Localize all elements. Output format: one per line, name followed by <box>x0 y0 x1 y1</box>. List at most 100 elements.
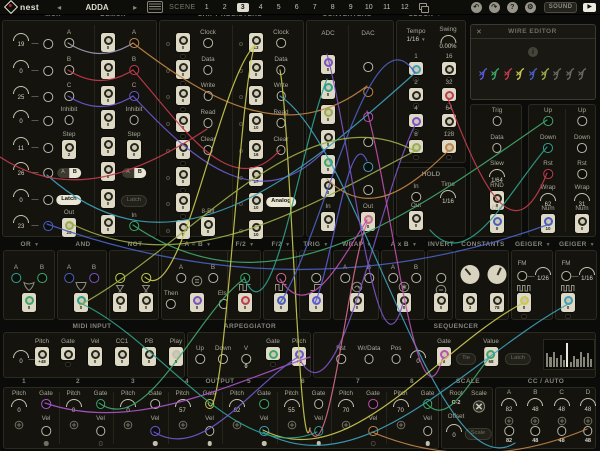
pitch-knob-ch7[interactable]: Pitch70 <box>338 391 354 414</box>
port-in[interactable]: In <box>411 184 421 202</box>
mux-latch-button[interactable]: Latch <box>56 195 81 205</box>
chevron-down-icon[interactable]: ▼ <box>249 242 254 248</box>
slider-out[interactable]: Out0 <box>490 206 504 233</box>
port[interactable] <box>276 273 286 283</box>
port-inhibit[interactable]: Inhibit <box>126 107 143 125</box>
pitch-knob-ch4[interactable]: Pitch57 <box>175 391 191 414</box>
port-wrdata[interactable]: Wr/Data <box>358 346 381 364</box>
slider-value[interactable]: Value68 <box>483 339 499 366</box>
port-a[interactable]: A <box>129 30 139 48</box>
slider[interactable]: 0 <box>101 33 115 52</box>
slider[interactable]: 0 <box>238 293 252 312</box>
port-a[interactable]: A <box>340 265 350 283</box>
slider[interactable]: 10 <box>249 113 263 132</box>
port-b[interactable]: B <box>37 265 47 283</box>
slider[interactable]: 0 <box>101 189 115 208</box>
slider-gate[interactable]: Gate0 <box>437 339 451 366</box>
channel-led[interactable] <box>207 441 212 446</box>
port-rst[interactable]: Rst <box>543 161 553 179</box>
gate-port-ch7[interactable]: Gate <box>366 391 380 409</box>
wire-delete-icon[interactable] <box>478 67 489 86</box>
port[interactable] <box>436 273 446 283</box>
slider[interactable]: 0 <box>22 293 36 312</box>
port[interactable] <box>363 62 373 72</box>
port-v[interactable]: V <box>241 346 251 364</box>
slider[interactable]: 0 <box>176 60 190 86</box>
port[interactable] <box>363 162 373 172</box>
port[interactable] <box>43 92 53 102</box>
chevron-down-icon[interactable]: ▼ <box>206 242 211 248</box>
wire-delete-icon[interactable] <box>528 67 539 86</box>
slider-step[interactable]: Step0 <box>127 132 141 159</box>
cc-port-d[interactable] <box>583 426 593 436</box>
port[interactable] <box>363 112 373 122</box>
input-knob-3[interactable]: 25 <box>13 86 29 101</box>
scene-button-4[interactable]: 4 <box>255 3 267 12</box>
slider-out[interactable]: Out0 <box>361 204 375 231</box>
slider[interactable]: 0 <box>74 293 88 312</box>
port-b[interactable]: B <box>208 265 218 283</box>
vel-port-ch6[interactable] <box>314 426 324 436</box>
slider-out[interactable]: Out0 <box>409 203 423 230</box>
slider-gate[interactable]: Gate <box>266 339 280 367</box>
port-read[interactable]: Read <box>273 110 288 128</box>
chevron-down-icon[interactable]: ▼ <box>34 242 39 248</box>
input-knob-7[interactable]: 0 <box>13 189 29 204</box>
mux-ab-toggle[interactable]: AB <box>57 168 81 178</box>
pitch-knob-ch8[interactable]: Pitch70 <box>393 391 409 414</box>
slider[interactable]: 0 <box>176 193 190 219</box>
port-up[interactable]: Up <box>195 346 205 364</box>
slider-pitch[interactable]: Pitch+48 <box>35 339 49 366</box>
plus-port[interactable] <box>557 416 567 426</box>
slider[interactable]: 0 <box>321 130 335 149</box>
port[interactable] <box>43 221 53 231</box>
slider[interactable]: 0 <box>274 293 288 312</box>
scene-button-11[interactable]: 11 <box>381 3 393 12</box>
tempo-dropdown[interactable]: Tempo1/16▼ <box>406 29 425 44</box>
plus-port[interactable] <box>287 420 297 430</box>
cc-port-a[interactable] <box>504 426 514 436</box>
port-clock[interactable]: Clock <box>200 30 216 48</box>
patch-menu-icon[interactable] <box>147 1 163 13</box>
sound-button[interactable]: SOUND <box>544 2 578 13</box>
next-patch-button[interactable]: ▸ <box>129 3 141 12</box>
slider[interactable]: 0 <box>176 86 190 112</box>
slider-pitch[interactable]: Pitch+4 <box>292 339 306 366</box>
slider[interactable]: 0 <box>176 33 190 59</box>
input-knob-2[interactable]: 0 <box>13 60 29 75</box>
slider-num[interactable]: Num0 <box>575 206 589 233</box>
port-b[interactable]: B <box>89 265 99 283</box>
gate-port-ch4[interactable]: Gate <box>203 391 217 409</box>
port[interactable] <box>141 273 151 283</box>
input-knob-1[interactable]: 19 <box>13 33 29 48</box>
scene-button-8[interactable]: 8 <box>327 3 339 12</box>
wire-delete-icon[interactable] <box>490 67 501 86</box>
slider-vel[interactable]: Vel0 <box>88 339 102 366</box>
time-knob[interactable]: Time1/16 <box>440 182 456 205</box>
vel-port-ch7[interactable] <box>368 426 378 436</box>
plus-port[interactable] <box>69 420 79 430</box>
cc-knob-d[interactable]: 48 <box>580 398 596 413</box>
gate-port-ch1[interactable]: Gate <box>39 391 53 409</box>
slider-play[interactable]: Play0 <box>169 339 183 366</box>
plus-port[interactable] <box>504 416 514 426</box>
port-rst[interactable]: Rst <box>577 161 587 179</box>
slider[interactable]: 0 <box>190 293 204 312</box>
slider[interactable]: 0 <box>561 293 575 319</box>
port-clear[interactable]: Clear <box>273 137 288 155</box>
port-up[interactable]: Up <box>577 108 587 126</box>
wire-delete-icon[interactable] <box>577 67 588 86</box>
port-a[interactable]: A <box>64 30 74 48</box>
channel-led[interactable] <box>425 441 430 446</box>
port-b[interactable]: B <box>364 265 374 283</box>
slider[interactable]: 0 <box>101 60 115 79</box>
pitch-knob-ch1[interactable]: Pitch0 <box>11 391 27 414</box>
input-knob-8[interactable]: 23 <box>13 215 29 230</box>
plus-port[interactable] <box>396 420 406 430</box>
slider[interactable]: 13 <box>249 33 263 52</box>
plus-port[interactable] <box>530 416 540 426</box>
port-c[interactable]: C <box>64 83 74 101</box>
port-then[interactable]: Then <box>164 291 178 309</box>
port-b[interactable]: B <box>411 265 421 283</box>
settings-button[interactable]: ⚙ <box>525 2 536 13</box>
